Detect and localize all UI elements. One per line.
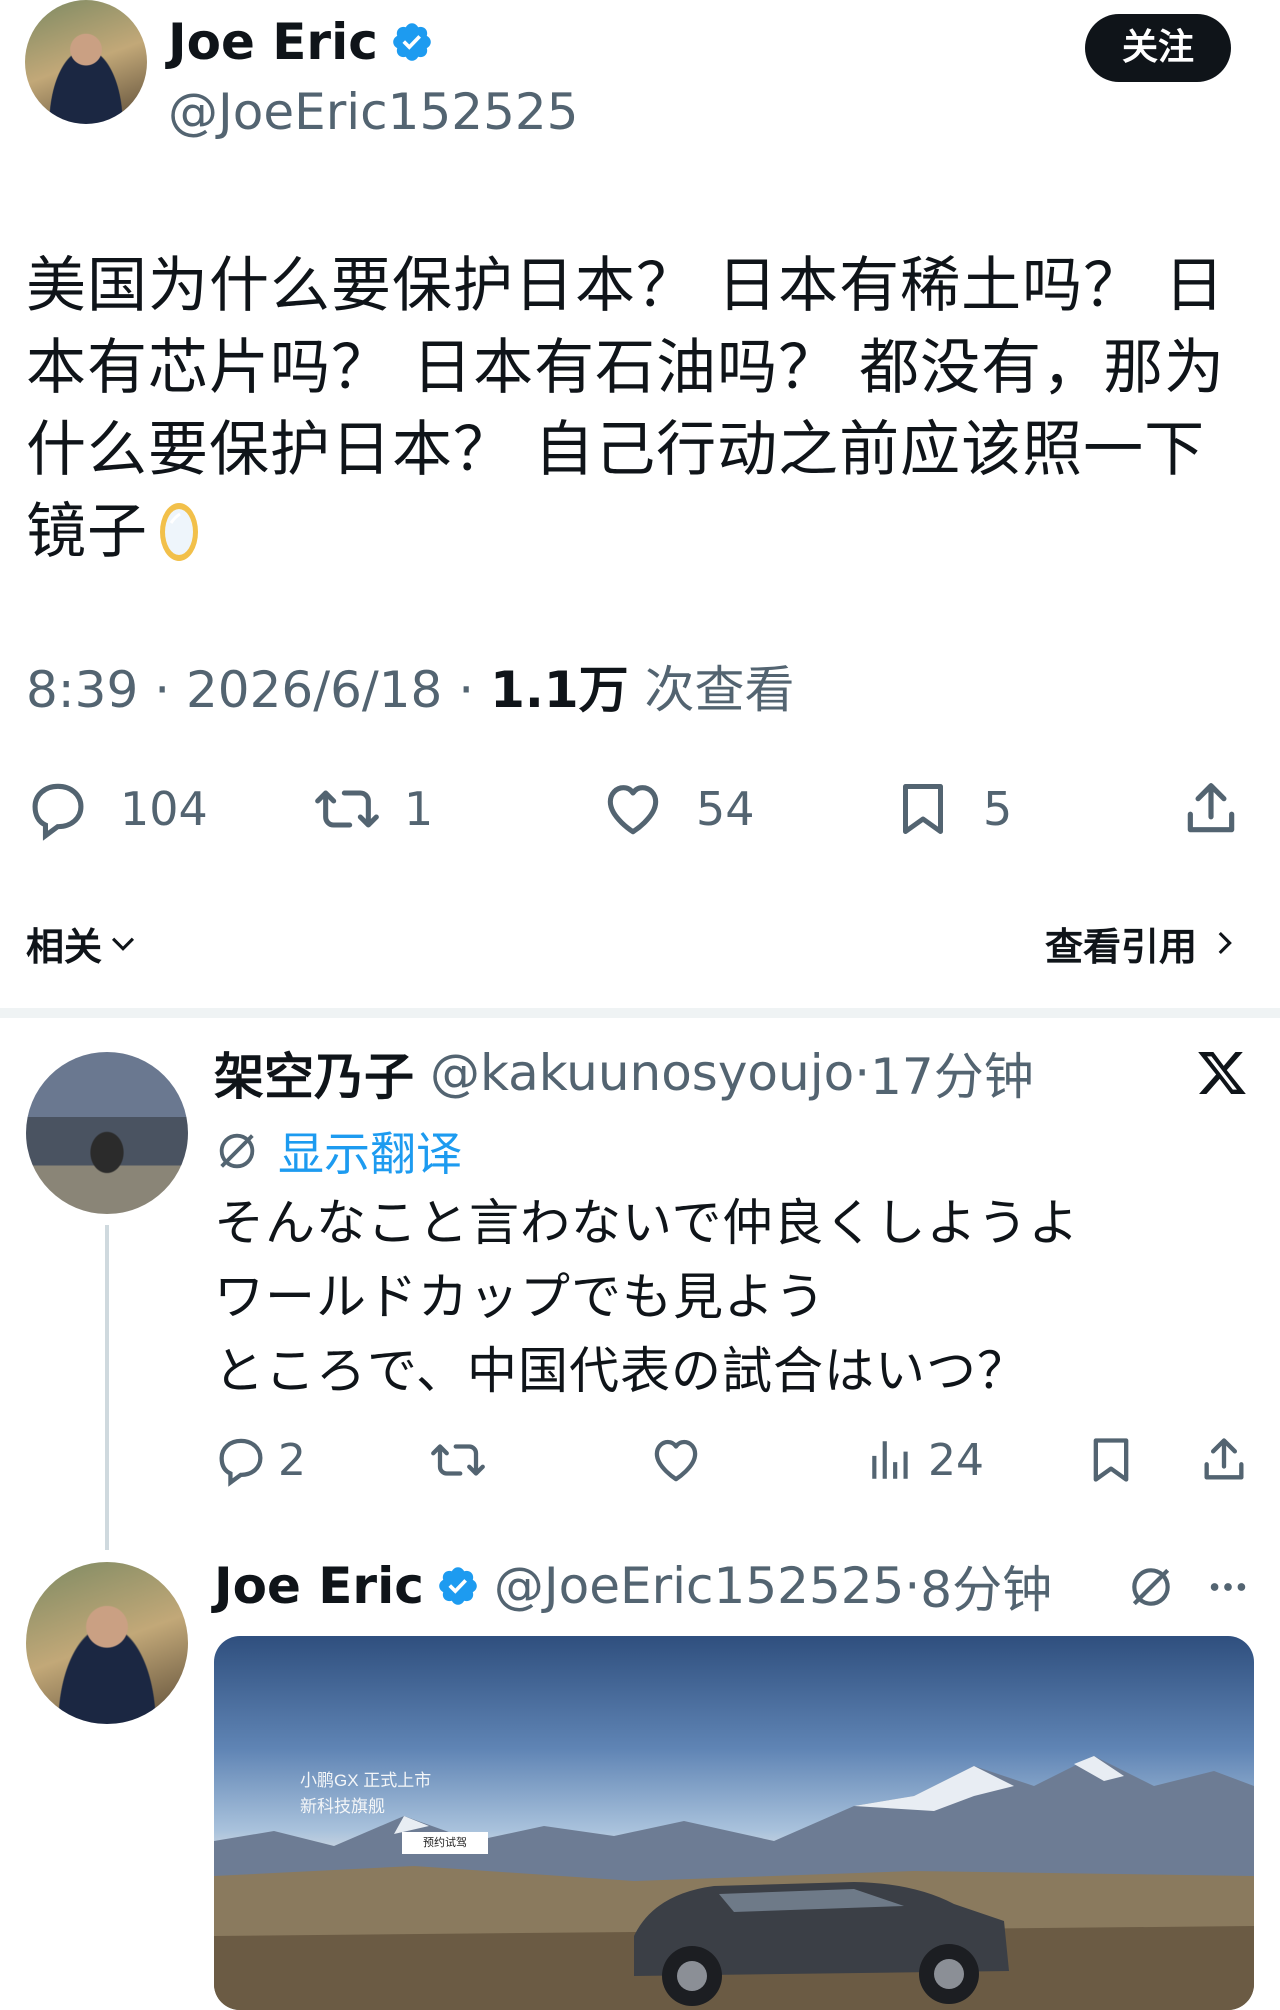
share-button[interactable] xyxy=(1180,776,1242,842)
bookmark-icon xyxy=(903,784,943,834)
views-label: 次查看 xyxy=(644,661,795,719)
reply1-reply-button[interactable]: 2 xyxy=(214,1432,306,1488)
meta-separator: · xyxy=(154,661,186,719)
reply-text-line: ワールドカップでも見よう xyxy=(214,1268,826,1326)
chevron-down-icon xyxy=(111,937,135,951)
translate-icon xyxy=(219,1133,255,1169)
related-dropdown[interactable]: 相关 xyxy=(26,915,140,971)
ad-overlay-button[interactable]: 预约试驾 xyxy=(402,1832,488,1854)
bookmark-icon xyxy=(1093,1438,1129,1482)
author-handle[interactable]: @JoeEric152525 xyxy=(168,82,579,142)
views-icon xyxy=(872,1441,908,1479)
section-divider xyxy=(0,1008,1280,1018)
tweet-text-line: 本有芯片吗？ 日本有石油吗？ 都没有，那为 xyxy=(26,333,1226,403)
ad-overlay-line1: 小鹏GX 正式上市 xyxy=(300,1771,432,1790)
tweet-time[interactable]: 8:39 xyxy=(26,661,138,719)
mirror-emoji-icon xyxy=(160,503,198,561)
view-quotes-link[interactable]: 查看引用 xyxy=(1045,915,1241,971)
tweet-text-line: 镜子 xyxy=(26,497,148,567)
reply2-time[interactable]: 8分钟 xyxy=(920,1550,1052,1622)
meta-separator: · xyxy=(854,1044,871,1102)
translate-icon[interactable] xyxy=(1126,1562,1176,1612)
bookmark-count: 5 xyxy=(983,782,1013,836)
meta-separator: · xyxy=(904,1557,921,1615)
tweet-text-line: 什么要保护日本？ 自己行动之前应该照一下 xyxy=(26,415,1206,485)
reply-header: 架空乃子 @kakuunosyoujo · 17分钟 xyxy=(214,1040,1034,1106)
author-name[interactable]: Joe Eric xyxy=(168,13,378,71)
tweet-date[interactable]: 2026/6/18 xyxy=(186,661,442,719)
follow-button[interactable]: 关注 xyxy=(1085,14,1231,82)
reply-time[interactable]: 17分钟 xyxy=(870,1037,1034,1109)
thread-line xyxy=(105,1225,109,1550)
share-icon xyxy=(1187,783,1235,833)
reply-icon xyxy=(219,1438,263,1487)
reply-author-avatar[interactable] xyxy=(26,1052,188,1214)
reply-text-line: そんなこと言わないで仲良くしようよ xyxy=(214,1194,1080,1252)
like-count: 54 xyxy=(696,782,755,836)
reply-count: 104 xyxy=(120,782,208,836)
author-name-row: Joe Eric xyxy=(168,12,434,72)
ad-overlay-line2: 新科技旗舰 xyxy=(300,1797,385,1816)
reply-text-line: ところで、中国代表の試合はいつ？ xyxy=(214,1342,1028,1400)
like-icon xyxy=(654,1439,698,1482)
reply2-author-handle[interactable]: @JoeEric152525 xyxy=(494,1557,905,1615)
share-icon xyxy=(1204,1438,1244,1480)
reply2-author-avatar[interactable] xyxy=(26,1562,188,1724)
reply2-author-name[interactable]: Joe Eric xyxy=(214,1557,424,1615)
reply1-views-count: 24 xyxy=(928,1434,984,1486)
reply2-media-image[interactable]: 小鹏GX 正式上市 新科技旗舰 预约试驾 xyxy=(214,1636,1254,2010)
reply1-share-button[interactable] xyxy=(1198,1432,1250,1488)
chevron-right-icon xyxy=(1218,931,1232,955)
x-logo-icon xyxy=(1198,1051,1246,1095)
reply1-reply-count: 2 xyxy=(278,1434,306,1486)
tweet-text-last-row: 镜子 xyxy=(26,491,1246,573)
verified-badge-icon xyxy=(439,1567,477,1605)
tweet-text: 美国为什么要保护日本？ 日本有稀土吗？ 日 本有芯片吗？ 日本有石油吗？ 都没有… xyxy=(26,245,1246,573)
like-button[interactable]: 54 xyxy=(600,776,755,842)
view-quotes-label: 查看引用 xyxy=(1045,924,1198,969)
views-count: 1.1万 xyxy=(490,661,629,719)
more-icon[interactable] xyxy=(1205,1564,1251,1610)
retweet-icon xyxy=(431,1444,485,1476)
reply1-like-button[interactable] xyxy=(648,1432,704,1488)
reply1-views-button[interactable]: 24 xyxy=(866,1432,984,1488)
tweet-meta: 8:39 · 2026/6/18 · 1.1万 次查看 xyxy=(26,660,795,720)
retweet-icon xyxy=(315,790,379,828)
verified-badge-icon xyxy=(393,23,431,61)
bookmark-button[interactable]: 5 xyxy=(893,776,1012,842)
reply-text: そんなこと言わないで仲良くしようよ ワールドカップでも見よう ところで、中国代表… xyxy=(214,1186,1254,1408)
mountain-scenery xyxy=(214,1756,1254,2010)
reply-button[interactable]: 104 xyxy=(26,776,208,842)
author-avatar[interactable] xyxy=(25,0,147,124)
retweet-button[interactable]: 1 xyxy=(312,776,433,842)
reply1-bookmark-button[interactable] xyxy=(1085,1432,1137,1488)
translate-link[interactable]: 显示翻译 xyxy=(214,1120,462,1182)
reply1-retweet-button[interactable] xyxy=(428,1432,488,1488)
retweet-count: 1 xyxy=(404,782,434,836)
reply-icon xyxy=(32,783,84,841)
translate-label: 显示翻译 xyxy=(278,1127,462,1181)
reply2-header: Joe Eric @JoeEric152525 · 8分钟 xyxy=(214,1553,1052,1619)
related-label: 相关 xyxy=(26,924,103,969)
tweet-text-line: 美国为什么要保护日本？ 日本有稀土吗？ 日 xyxy=(26,251,1226,321)
reply-author-handle[interactable]: @kakuunosyoujo xyxy=(430,1044,854,1102)
like-icon xyxy=(607,785,659,835)
reply-author-name[interactable]: 架空乃子 xyxy=(214,1037,414,1109)
meta-separator: · xyxy=(458,661,491,719)
